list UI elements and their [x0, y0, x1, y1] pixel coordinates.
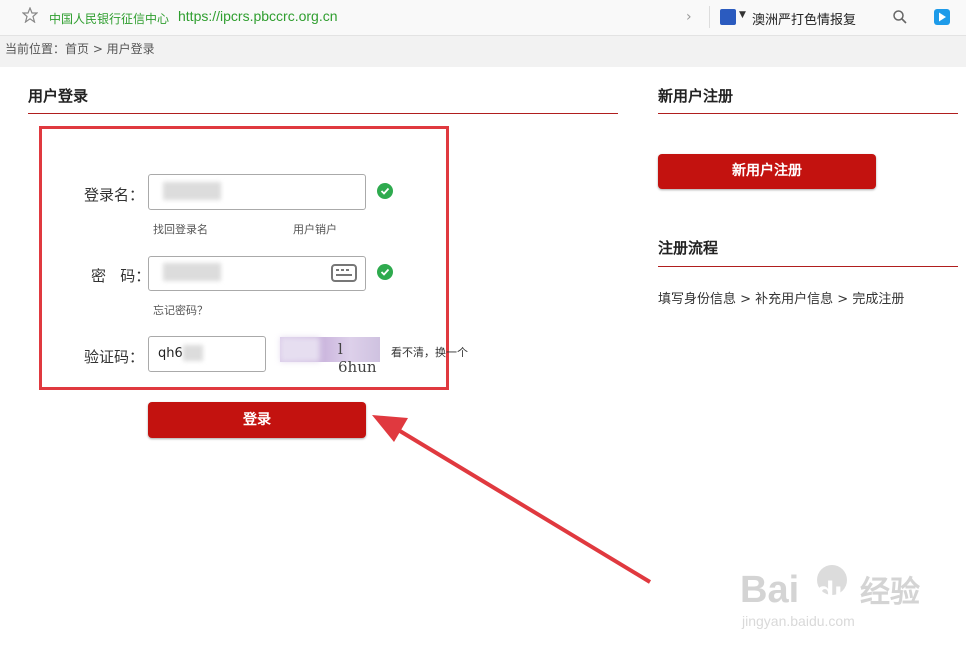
svg-text:du: du — [816, 576, 853, 609]
watermark-url: jingyan.baidu.com — [742, 613, 855, 629]
svg-text:Bai: Bai — [740, 569, 799, 611]
svg-text:经验: 经验 — [860, 575, 920, 610]
annotation-arrow — [372, 415, 652, 584]
baidu-watermark-logo: Bai du 经验 — [740, 565, 920, 611]
